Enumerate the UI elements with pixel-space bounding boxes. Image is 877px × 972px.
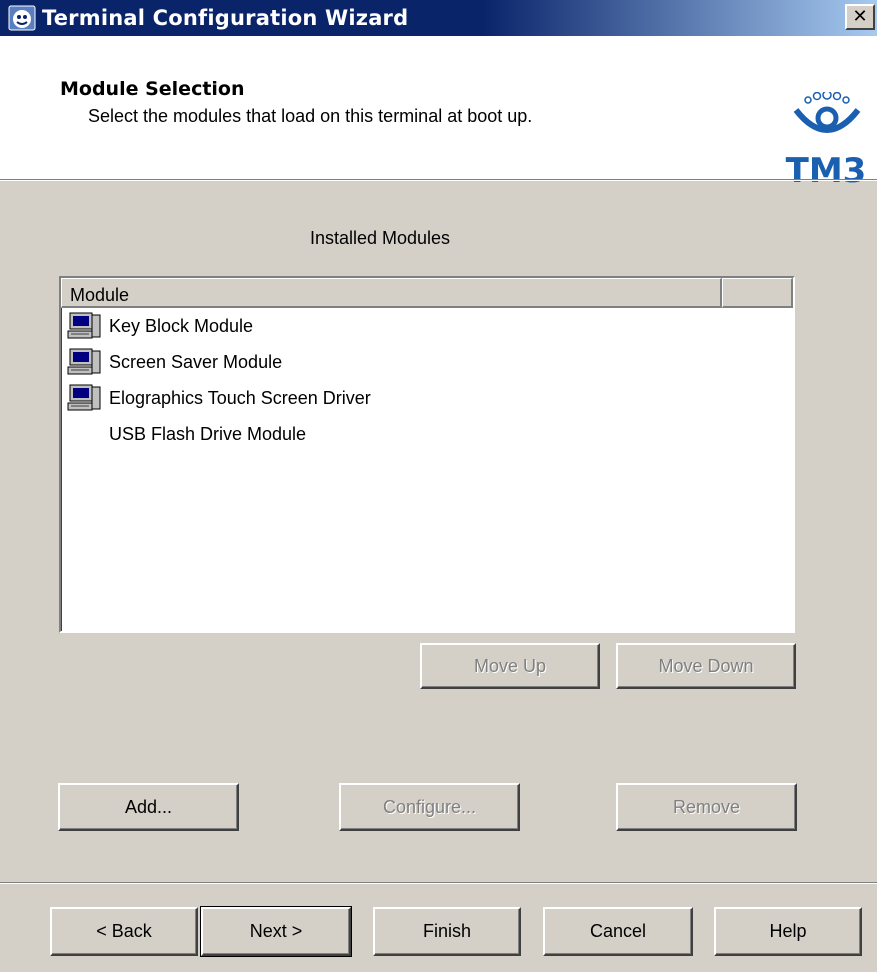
- move-down-button[interactable]: Move Down: [616, 643, 796, 689]
- list-item-label: Elographics Touch Screen Driver: [109, 387, 371, 408]
- tm3-logo-icon: TM3: [786, 92, 867, 188]
- computer-icon: [67, 348, 101, 375]
- column-header-blank[interactable]: [722, 278, 793, 308]
- app-icon: [8, 5, 36, 31]
- add-button[interactable]: Add...: [58, 783, 239, 831]
- move-up-button[interactable]: Move Up: [420, 643, 600, 689]
- configure-button[interactable]: Configure...: [339, 783, 520, 831]
- computer-icon: [67, 384, 101, 411]
- close-button[interactable]: ✕: [845, 4, 875, 30]
- remove-button[interactable]: Remove: [616, 783, 797, 831]
- cancel-button[interactable]: Cancel: [543, 907, 693, 956]
- column-header-module[interactable]: Module: [61, 278, 722, 308]
- window-title: Terminal Configuration Wizard: [42, 6, 409, 30]
- title-bar: Terminal Configuration Wizard ✕: [0, 0, 877, 36]
- list-item-label: Key Block Module: [109, 315, 254, 336]
- help-button[interactable]: Help: [714, 907, 862, 956]
- page-title: Module Selection: [60, 78, 245, 100]
- list-item[interactable]: Key Block Module: [61, 308, 793, 344]
- page-subtitle: Select the modules that load on this ter…: [88, 106, 533, 126]
- list-item[interactable]: Elographics Touch Screen Driver: [61, 380, 793, 416]
- listview-header: Module: [61, 278, 793, 308]
- logo-text: TM3: [786, 151, 867, 188]
- list-item[interactable]: Screen Saver Module: [61, 344, 793, 380]
- close-icon: ✕: [852, 6, 868, 27]
- modules-listview[interactable]: Module Key Block Module Screen Saver Mod…: [59, 276, 795, 633]
- list-item-label: USB Flash Drive Module: [109, 423, 307, 444]
- list-item[interactable]: USB Flash Drive Module: [61, 416, 793, 452]
- footer-divider: [0, 882, 877, 884]
- computer-icon: [67, 312, 101, 339]
- back-button[interactable]: < Back: [50, 907, 198, 956]
- header-divider: [0, 179, 877, 181]
- list-item-label: Screen Saver Module: [109, 351, 283, 372]
- finish-button[interactable]: Finish: [373, 907, 521, 956]
- wizard-header: Module Selection Select the modules that…: [0, 36, 877, 188]
- next-button[interactable]: Next >: [200, 906, 352, 957]
- installed-modules-label: Installed Modules: [309, 228, 451, 248]
